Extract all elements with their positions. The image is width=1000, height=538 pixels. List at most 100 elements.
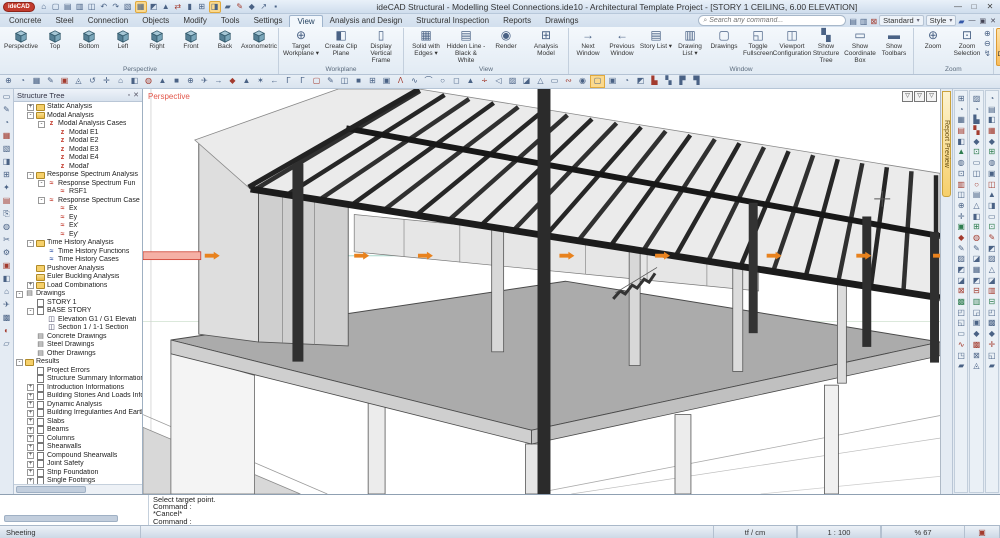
toolbar-icon[interactable]: Γ [296, 76, 309, 87]
toolbar-icon[interactable]: ▣ [988, 170, 996, 179]
toolbar-icon[interactable]: ▰ [958, 362, 964, 371]
tree-expander[interactable]: - [16, 359, 23, 366]
toolbar-icon[interactable]: ◩ [634, 76, 647, 87]
toolbar-icon[interactable]: ✎ [973, 245, 980, 254]
tree-item[interactable]: Ey' [14, 231, 142, 240]
toolbar-icon[interactable]: ◁ [492, 76, 505, 87]
save-panel-icon[interactable]: ▥ [860, 17, 868, 26]
toolbar-icon[interactable]: ✎ [3, 105, 10, 114]
toolbar-icon[interactable]: ◨ [988, 202, 996, 211]
tree-expander[interactable]: + [27, 384, 34, 391]
toolbar-icon[interactable]: ▤ [3, 196, 11, 205]
toolbar-icon[interactable]: → [212, 76, 225, 87]
tree-item[interactable]: Euler Buckling Analysis [14, 273, 142, 282]
quick-access-icon[interactable]: ▧ [123, 2, 133, 12]
tree-item[interactable]: + Compound Shearwalls [14, 452, 142, 461]
ribbon-tab[interactable]: Reports [496, 15, 538, 27]
toolbar-icon[interactable]: ▙ [973, 116, 979, 125]
toolbar-icon[interactable]: ▦ [957, 116, 965, 125]
toolbar-icon[interactable]: ◬ [72, 76, 85, 87]
toolbar-icon[interactable]: ◫ [973, 170, 981, 179]
toolbar-icon[interactable]: ◔ [620, 76, 633, 87]
toolbar-icon[interactable]: ✛ [958, 213, 965, 222]
quick-access-icon[interactable]: ↗ [259, 2, 269, 12]
tree-item[interactable]: Structure Summary Information [14, 375, 142, 384]
ribbon-button[interactable]: ▤Hidden Line - Black & White [446, 28, 486, 64]
tree-item[interactable]: - Response Spectrum Analysis [14, 171, 142, 180]
toolbar-icon[interactable]: ✈ [198, 76, 211, 87]
ribbon-tab[interactable]: Steel [48, 15, 80, 27]
toolbar-icon[interactable]: ✦ [3, 183, 10, 192]
toolbar-icon[interactable]: ◆ [973, 138, 979, 147]
toolbar-icon[interactable]: ▱ [3, 339, 9, 348]
toolbar-icon[interactable]: ⌂ [4, 287, 9, 296]
toolbar-icon[interactable]: ◩ [988, 245, 996, 254]
ribbon-button[interactable]: Front [174, 28, 208, 64]
ribbon-button[interactable]: ⊕Target Workplane ▾ [281, 28, 321, 64]
toolbar-icon[interactable]: ■ [352, 76, 365, 87]
ribbon-button[interactable]: ▚Show Structure Tree [809, 28, 843, 64]
toolbar-icon[interactable]: ◍ [973, 234, 980, 243]
command-search[interactable]: ⌕ [698, 15, 846, 26]
structural-design-mode-button[interactable]: ↕ Structural Design Mode [996, 28, 1000, 66]
toolbar-icon[interactable]: ⊕ [2, 76, 15, 87]
toolbar-icon[interactable]: ▭ [957, 330, 965, 339]
tree-item[interactable]: - Modal Analysis Cases [14, 120, 142, 129]
ribbon-button[interactable]: Axonometric [242, 28, 276, 64]
toolbar-icon[interactable]: ◫ [957, 191, 965, 200]
tree-item[interactable]: Section 1 / 1-1 Section [14, 324, 142, 333]
toolbar-icon[interactable]: ▲ [988, 191, 996, 200]
toolbar-icon[interactable]: ▲ [156, 76, 169, 87]
tree-item[interactable]: Ey [14, 214, 142, 223]
tree-item[interactable]: + Slabs [14, 418, 142, 427]
quick-access-icon[interactable]: ▢ [51, 2, 61, 12]
ribbon-button[interactable]: ▢Drawings [707, 28, 741, 64]
toolbar-icon[interactable]: ▦ [3, 131, 11, 140]
toolbar-icon[interactable]: ↺ [86, 76, 99, 87]
toolbar-icon[interactable]: ▭ [988, 213, 996, 222]
tree-item[interactable]: Steel Drawings [14, 341, 142, 350]
toolbar-icon[interactable]: ▦ [973, 266, 981, 275]
toolbar-icon[interactable]: ▛ [676, 76, 689, 87]
toolbar-icon[interactable]: ◔ [959, 106, 964, 115]
toolbar-icon[interactable]: ◳ [957, 352, 965, 361]
toolbar-icon[interactable]: ▨ [506, 76, 519, 87]
tree-item[interactable]: + Dynamic Analysis [14, 401, 142, 410]
toolbar-icon[interactable]: ▨ [973, 95, 981, 104]
quick-access-icon[interactable]: ▦ [135, 1, 147, 13]
toolbar-icon[interactable]: ▢ [590, 75, 605, 88]
model-viewport[interactable]: Perspective ▽▽▽ [143, 89, 941, 494]
toolbar-icon[interactable]: ◪ [520, 76, 533, 87]
ribbon-button[interactable]: ▥Drawing List ▾ [673, 28, 707, 64]
toolbar-icon[interactable]: ○ [974, 181, 979, 190]
toolbar-icon[interactable]: ▤ [957, 127, 965, 136]
toolbar-icon[interactable]: ◐ [4, 326, 9, 335]
toolbar-icon[interactable]: Λ [394, 76, 407, 87]
tree-expander[interactable]: + [27, 435, 34, 442]
toolbar-icon[interactable]: ◔ [16, 76, 29, 87]
toolbar-icon[interactable]: ◧ [988, 116, 996, 125]
quick-access-icon[interactable]: ◩ [149, 2, 159, 12]
toolbar-icon[interactable]: ◫ [988, 181, 996, 190]
tree-item[interactable]: Modal E3 [14, 146, 142, 155]
tree-item[interactable]: - Results [14, 358, 142, 367]
ribbon-button[interactable]: ◉Render [486, 28, 526, 64]
quick-access-icon[interactable]: ◫ [87, 2, 97, 12]
tree-expander[interactable]: + [27, 418, 34, 425]
quick-access-icon[interactable]: ▮ [185, 2, 195, 12]
tree-expander[interactable]: + [27, 452, 34, 459]
tree-item[interactable]: STORY 1 [14, 299, 142, 308]
tree-item[interactable]: Concrete Drawings [14, 333, 142, 342]
toolbar-icon[interactable]: ▣ [58, 76, 71, 87]
toolbar-icon[interactable]: ◫ [338, 76, 351, 87]
ribbon-tab[interactable]: Structural Inspection [409, 15, 496, 27]
tree-expander[interactable]: + [27, 393, 34, 400]
toolbar-icon[interactable]: ◱ [957, 319, 965, 328]
tree-item[interactable]: + Introduction Informations [14, 384, 142, 393]
close-icon[interactable]: ✕ [985, 2, 995, 11]
tree-expander[interactable]: + [27, 410, 34, 417]
tree-expander[interactable]: + [27, 401, 34, 408]
toolbar-icon[interactable]: ◱ [988, 352, 996, 361]
report-preview-tab[interactable]: Report Preview [942, 91, 951, 197]
zoom-extra-icon[interactable]: ⊖ [984, 39, 991, 48]
